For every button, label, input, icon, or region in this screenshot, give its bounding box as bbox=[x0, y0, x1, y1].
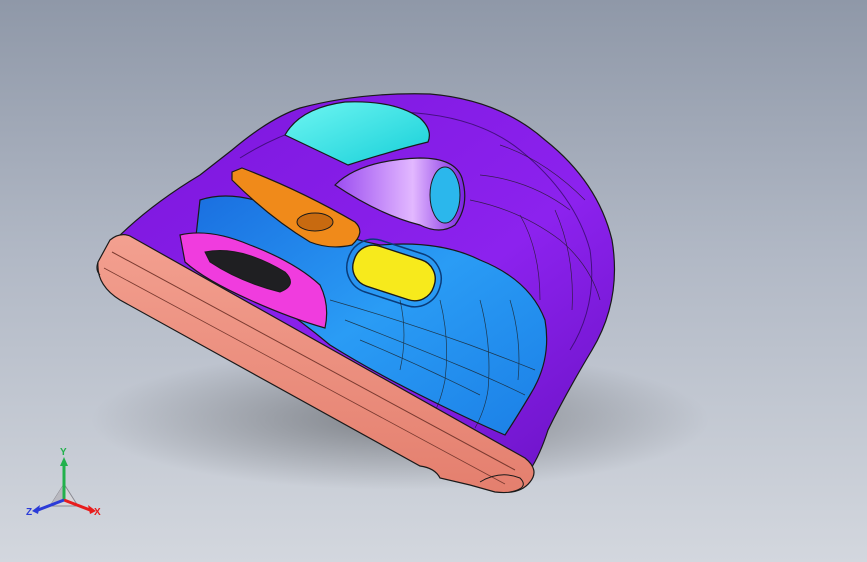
triad-graphic bbox=[32, 457, 96, 514]
cad-viewport[interactable]: Y X Z bbox=[0, 0, 867, 562]
x-axis-label: X bbox=[94, 507, 101, 518]
y-axis-label: Y bbox=[60, 447, 67, 458]
coordinate-triad[interactable]: Y X Z bbox=[24, 448, 104, 528]
handle-recess bbox=[296, 212, 334, 232]
speaker-opening bbox=[429, 166, 461, 224]
door-trim-panel-model[interactable] bbox=[0, 0, 867, 562]
z-axis-label: Z bbox=[26, 507, 33, 518]
